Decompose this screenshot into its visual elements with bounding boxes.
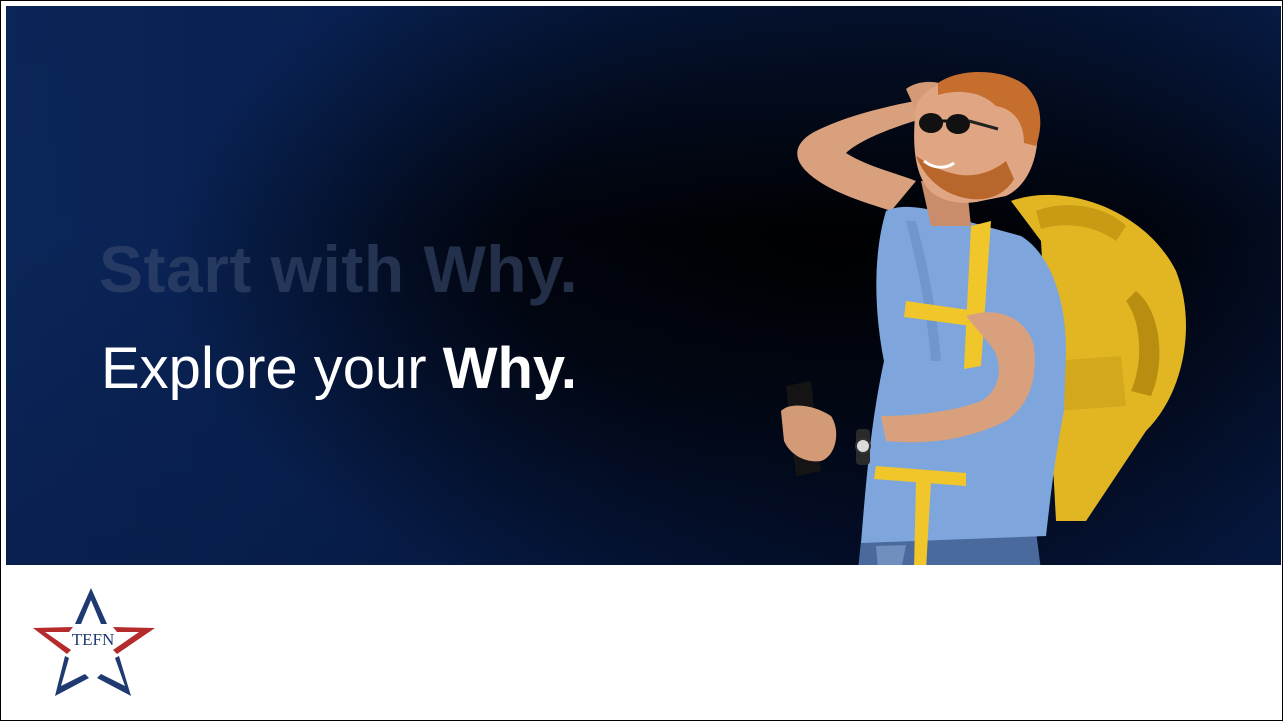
- slide: Start with Why. Explore your Why. TEFN: [0, 0, 1283, 721]
- logo-wing-left: [33, 627, 73, 654]
- logo-leg-right: [97, 656, 131, 696]
- tefn-star-logo: TEFN: [33, 588, 155, 696]
- headline-prefix: Explore your: [101, 336, 443, 401]
- main-headline: Explore your Why.: [101, 340, 577, 398]
- ghost-headline: Start with Why.: [99, 232, 579, 306]
- hero-banner: Start with Why. Explore your Why.: [6, 6, 1281, 565]
- logo-star-top: [75, 588, 107, 624]
- logo-text: TEFN: [72, 630, 115, 649]
- hiker-photo: [781, 72, 1186, 565]
- logo-leg-left: [55, 656, 89, 696]
- logo-wing-right: [113, 627, 155, 654]
- headline-emphasis: Why.: [442, 336, 577, 401]
